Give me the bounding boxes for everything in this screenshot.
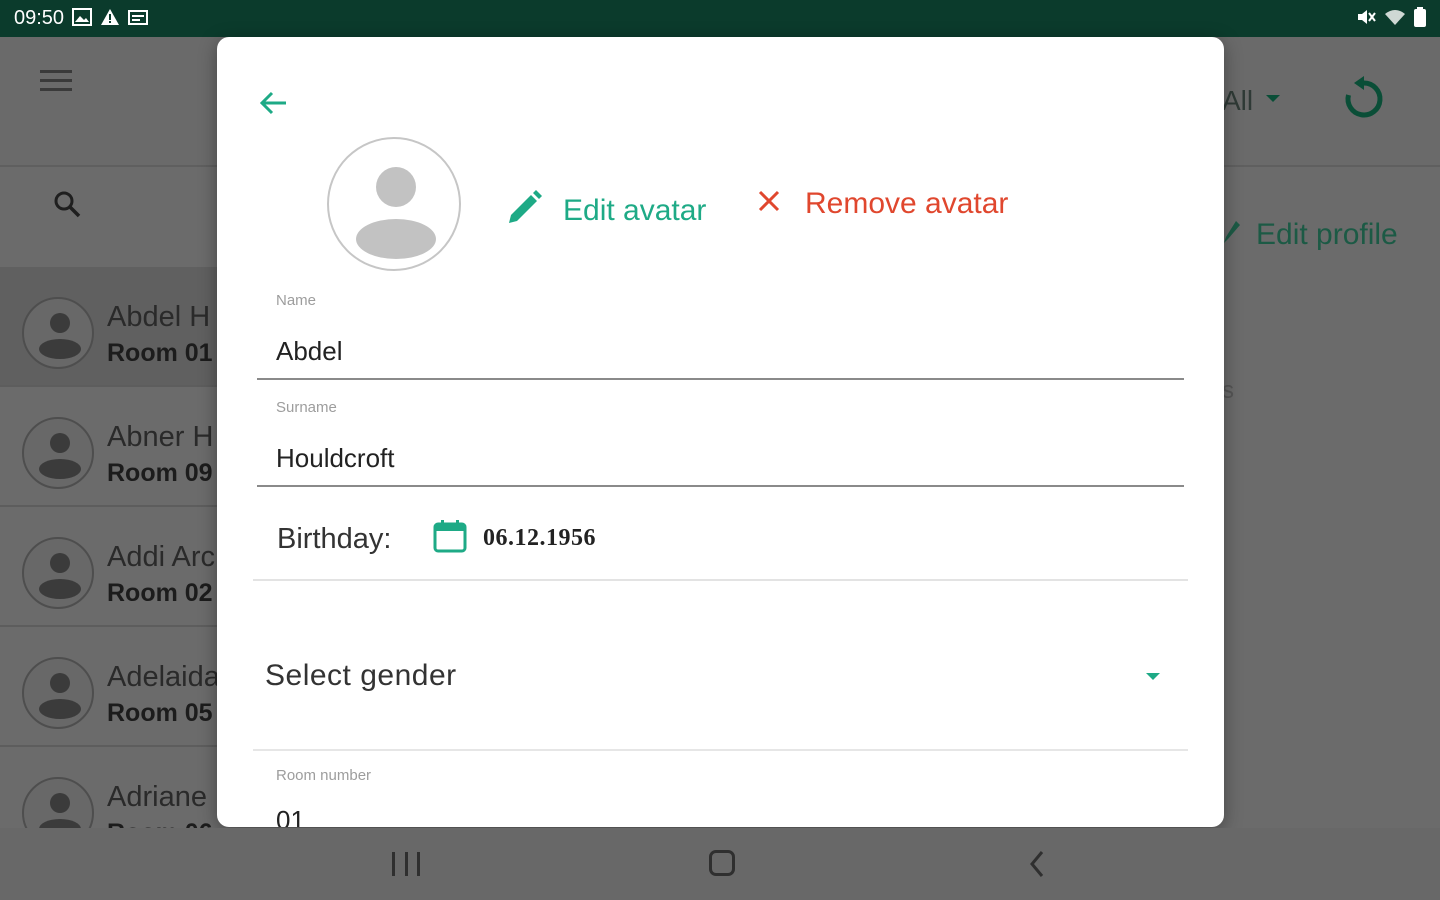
patient-name: Abdel H — [107, 301, 211, 333]
back-nav-button[interactable] — [1028, 850, 1046, 878]
avatar — [22, 537, 94, 609]
patient-name: Abner H — [107, 421, 214, 453]
name-label: Name — [276, 292, 317, 309]
name-value: Abdel — [276, 336, 343, 366]
room-number-field[interactable]: Room number 01 — [257, 757, 1184, 827]
patient-room: Room 02 — [107, 579, 213, 607]
remove-avatar-button[interactable]: Remove avatar — [757, 187, 1008, 221]
birthday-value: 06.12.1956 — [483, 525, 596, 551]
patient-room: Room 01 — [107, 339, 213, 367]
surname-value: Houldcroft — [276, 443, 395, 473]
avatar — [22, 417, 94, 489]
remove-avatar-label: Remove avatar — [805, 187, 1009, 220]
avatar — [327, 137, 461, 271]
birthday-field[interactable]: Birthday: 06.12.1956 — [253, 499, 1188, 581]
calendar-icon[interactable] — [433, 519, 467, 553]
search-icon[interactable] — [52, 189, 82, 219]
recents-button[interactable] — [392, 852, 420, 878]
patient-list-item[interactable]: Addi Arc Room 02 — [0, 507, 217, 627]
patient-list-item[interactable]: Abdel H Room 01 — [0, 267, 217, 387]
patient-name: Adelaida — [107, 661, 220, 693]
edit-profile-label: Edit profile — [1256, 218, 1398, 251]
card-icon — [128, 8, 149, 29]
status-bar-right — [1356, 7, 1426, 30]
room-number-label: Room number — [276, 767, 372, 784]
pencil-icon — [505, 187, 545, 235]
avatar — [22, 657, 94, 729]
patient-list-item[interactable]: Abner H Room 09 — [0, 387, 217, 507]
avatar — [22, 297, 94, 369]
pencil-icon — [1222, 217, 1242, 253]
chevron-down-icon — [1266, 95, 1280, 102]
name-field[interactable]: Name Abdel — [257, 292, 1184, 380]
surname-label: Surname — [276, 399, 337, 416]
edit-patient-dialog: Edit avatar Remove avatar Name Abdel Sur… — [217, 37, 1224, 827]
wifi-icon — [1384, 8, 1406, 29]
patient-list-item[interactable]: Adelaida Room 05 — [0, 627, 220, 747]
battery-icon — [1414, 7, 1426, 30]
status-bar: 09:50 — [0, 0, 1440, 37]
chevron-down-icon — [1146, 673, 1160, 680]
status-bar-left: 09:50 — [14, 7, 149, 30]
back-button[interactable] — [255, 87, 291, 123]
room-number-value: 01 — [276, 805, 305, 827]
refresh-icon[interactable] — [1338, 73, 1390, 125]
system-nav-bar — [0, 828, 1440, 900]
image-icon — [72, 8, 93, 29]
edit-avatar-label: Edit avatar — [563, 194, 707, 227]
patient-list: Abdel H Room 01 Abner H Room 09 Addi Arc… — [0, 267, 220, 867]
patient-room: Room 09 — [107, 459, 213, 487]
surname-field[interactable]: Surname Houldcroft — [257, 399, 1184, 487]
menu-icon[interactable] — [40, 70, 72, 92]
close-icon — [757, 187, 781, 221]
edit-profile-button[interactable]: Edit profile — [1222, 217, 1398, 253]
mute-icon — [1356, 8, 1376, 29]
birthday-label: Birthday: — [277, 523, 392, 555]
edit-avatar-button[interactable]: Edit avatar — [505, 187, 706, 235]
warning-icon — [100, 8, 120, 29]
gender-select[interactable]: Select gender — [253, 633, 1188, 751]
arrow-left-icon — [258, 90, 288, 121]
patient-name: Addi Arc — [107, 541, 215, 573]
gender-placeholder: Select gender — [265, 659, 457, 692]
patient-name: Adriane — [107, 781, 207, 813]
filter-dropdown[interactable]: All — [1222, 85, 1253, 117]
clock: 09:50 — [14, 7, 65, 29]
home-button[interactable] — [709, 850, 735, 876]
patient-room: Room 05 — [107, 699, 213, 727]
